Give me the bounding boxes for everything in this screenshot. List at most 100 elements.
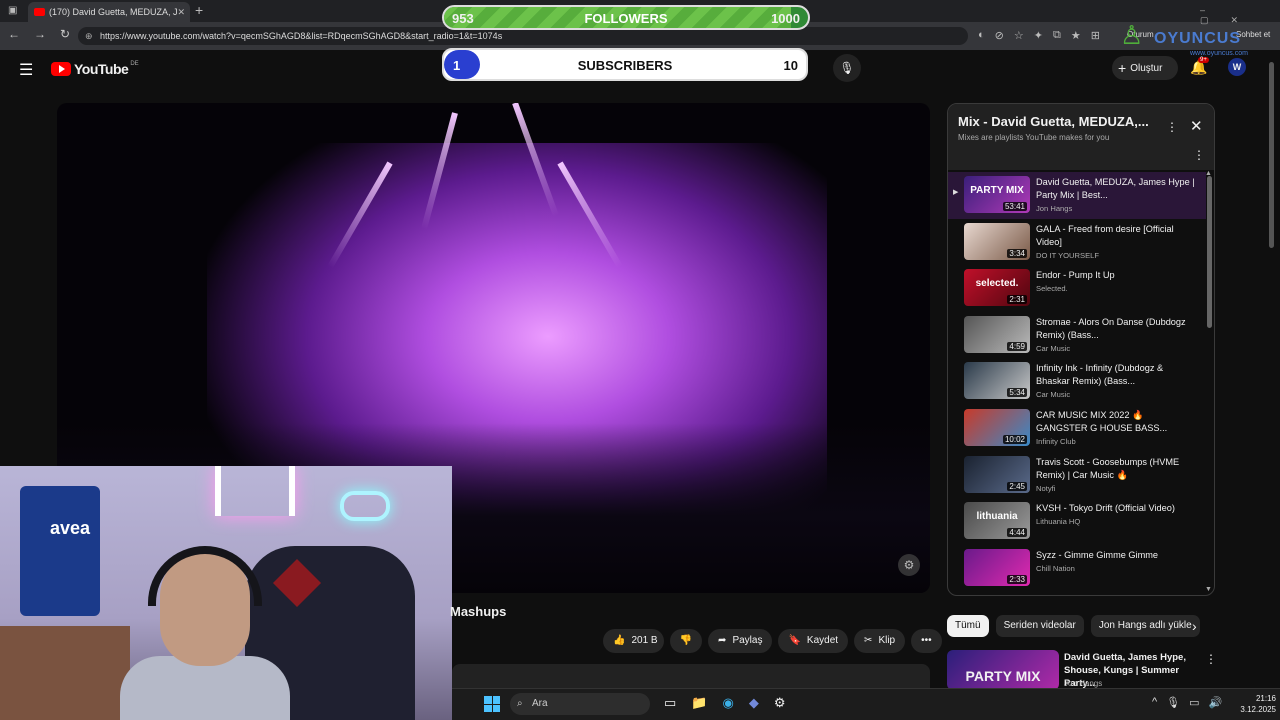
site-info-icon[interactable]: ⊕: [85, 27, 93, 45]
recommended-channel[interactable]: Jon Hangs: [1064, 679, 1102, 688]
playlist-thumbnail: 3:34: [964, 222, 1030, 260]
tab-actions-icon[interactable]: ▣: [8, 5, 17, 16]
playlist-scrollbar[interactable]: [1207, 176, 1212, 328]
edge-icon[interactable]: ◉: [722, 695, 733, 711]
playlist-options-icon[interactable]: ⋮: [1193, 148, 1205, 162]
close-playlist-icon[interactable]: ✕: [1190, 117, 1203, 135]
playlist-item[interactable]: 3:34 GALA - Freed from desire [Official V…: [948, 219, 1206, 266]
playlist-item[interactable]: 4:59 Stromae - Alors On Danse (Dubdogz Re…: [948, 312, 1206, 359]
person-logo-icon: ♙: [1120, 20, 1144, 50]
tray-chevron-icon[interactable]: ^: [1152, 696, 1157, 709]
playlist-item-title: David Guetta - Play Hard ft.: [1036, 595, 1196, 596]
windows-start-icon[interactable]: [484, 696, 500, 712]
more-icon: •••: [921, 635, 932, 646]
duration-badge: 2:45: [1007, 481, 1027, 491]
playlist-menu-icon[interactable]: ⋮: [1166, 120, 1178, 134]
create-button[interactable]: + Oluştur: [1112, 56, 1178, 80]
new-tab-icon[interactable]: +: [195, 2, 203, 18]
thumbnail-text: PARTY MIX: [965, 668, 1041, 684]
chip-uploader[interactable]: Jon Hangs adlı yükle: [1090, 615, 1200, 637]
playlist-item[interactable]: 2:33 Syzz - Gimme Gimme Gimme Chill Nation: [948, 545, 1206, 592]
playlist-thumbnail: selected. 2:31: [964, 269, 1030, 307]
duration-badge: 5:34: [1007, 388, 1027, 398]
playlist-item[interactable]: lithuania 4:44 KVSH - Tokyo Drift (Officia…: [948, 498, 1206, 545]
browser-tab[interactable]: (170) David Guetta, MEDUZA, James Hype ✕: [28, 2, 190, 22]
reload-icon[interactable]: ↻: [60, 27, 70, 41]
thumbnail-text: PARTY MIX: [970, 185, 1024, 196]
youtube-logo[interactable]: YouTube DE: [51, 61, 139, 77]
share-icon: ➦: [718, 635, 727, 646]
page-scrollbar[interactable]: [1269, 62, 1274, 248]
app-icon[interactable]: ⚙: [774, 695, 786, 711]
playlist-item[interactable]: 10:02 CAR MUSIC MIX 2022 🔥 GANGSTER G HOU…: [948, 405, 1206, 452]
star-icon[interactable]: ☆: [1014, 29, 1024, 42]
reader-icon[interactable]: ◐: [978, 29, 985, 42]
taskbar-search[interactable]: ⌕ Ara: [510, 693, 650, 715]
playlist-item[interactable]: selected. 2:31 Endor - Pump It Up Selected.: [948, 265, 1206, 312]
playlist-item-title: Endor - Pump It Up: [1036, 270, 1115, 281]
microphone-icon[interactable]: 🎙: [1166, 696, 1180, 709]
display-icon[interactable]: ▭: [1189, 696, 1199, 709]
menu-icon[interactable]: ☰: [19, 60, 33, 80]
jersey: [20, 486, 100, 616]
player-settings-icon[interactable]: ⚙: [898, 554, 920, 576]
headset-icon: [148, 546, 262, 606]
playlist-item[interactable]: 2:45 Travis Scott - Goosebumps (HVME Remi…: [948, 452, 1206, 499]
clock-time: 21:16: [1255, 694, 1276, 703]
gamepad-neon-icon: [340, 491, 390, 521]
clip-button[interactable]: ✂ Klip: [854, 629, 906, 653]
playlist-item-channel: Chill Nation: [1036, 563, 1075, 573]
tab-title: (170) David Guetta, MEDUZA, James Hype: [49, 7, 178, 17]
favorites-icon[interactable]: ★: [1071, 29, 1081, 42]
file-explorer-icon[interactable]: 📁: [691, 695, 707, 711]
forward-icon[interactable]: →: [34, 27, 46, 41]
chip-all[interactable]: Tümü: [947, 615, 989, 637]
country-code: DE: [130, 61, 139, 67]
playlist-item-channel: Infinity Club: [1036, 436, 1076, 446]
playlist-items: ▶ PARTY MIX 53:41 David Guetta, MEDUZA, Jam…: [948, 172, 1206, 596]
taskbar-clock[interactable]: 21:16 3.12.2025: [1226, 693, 1276, 715]
notifications-bell-icon[interactable]: 🔔 9+: [1190, 57, 1209, 76]
more-actions-button[interactable]: •••: [911, 629, 942, 653]
recommended-menu-icon[interactable]: ⋮: [1205, 652, 1217, 666]
taskbar-search-placeholder: Ara: [532, 698, 548, 709]
create-label: Oluştur: [1130, 63, 1163, 74]
extensions-icon[interactable]: ✦: [1034, 29, 1043, 42]
zoom-icon[interactable]: ⊘: [995, 29, 1004, 42]
chevron-right-icon[interactable]: ›: [1192, 618, 1197, 634]
like-button[interactable]: 👍 201 B: [603, 629, 664, 653]
followers-label: FOLLOWERS: [584, 11, 668, 26]
save-button[interactable]: 🔖 Kaydet: [778, 629, 849, 653]
account-avatar[interactable]: W: [1228, 58, 1246, 76]
share-button[interactable]: ➦ Paylaş: [708, 629, 773, 653]
playlist-item-channel: DO IT YOURSELF: [1036, 250, 1100, 260]
playlist-item[interactable]: ▶ PARTY MIX 53:41 David Guetta, MEDUZA, Jam…: [948, 172, 1206, 219]
filter-chips: Tümü Seriden videolar Jon Hangs adlı yük…: [947, 615, 1200, 637]
playlist-title[interactable]: Mix - David Guetta, MEDUZA,...: [958, 114, 1149, 129]
voice-search-icon[interactable]: 🎙: [833, 54, 861, 82]
close-tab-icon[interactable]: ✕: [177, 7, 185, 18]
playlist-item[interactable]: 5:34 Infinity Ink - Infinity (Dubdogz & B…: [948, 358, 1206, 405]
playlist-item[interactable]: David Guetta - Play Hard ft.: [948, 591, 1206, 596]
volume-icon[interactable]: 🔊: [1209, 696, 1223, 709]
split-icon[interactable]: ⧉: [1053, 29, 1061, 42]
task-view-icon[interactable]: ▭: [664, 695, 676, 711]
playlist-item-channel: Car Music: [1036, 343, 1071, 353]
scroll-down-icon[interactable]: ▼: [1205, 586, 1212, 593]
duration-badge: 10:02: [1002, 434, 1027, 444]
shelf: [0, 626, 130, 720]
back-icon[interactable]: ←: [8, 27, 20, 41]
duration-badge: 2:33: [1007, 574, 1027, 584]
now-playing-icon: ▶: [953, 189, 959, 196]
chip-series[interactable]: Seriden videolar: [995, 615, 1084, 637]
playlist-item-title: KVSH - Tokyo Drift (Official Video): [1036, 503, 1175, 514]
recommended-thumbnail[interactable]: PARTY MIX: [947, 650, 1059, 690]
thumbs-down-icon: 👎: [679, 635, 693, 646]
youtube-play-icon: [51, 62, 71, 76]
streamer-webcam: avea: [0, 466, 452, 720]
discord-icon[interactable]: ◆: [749, 695, 759, 711]
extensions-area: ◐ ⊘ ☆ ✦ ⧉ ★ ⊞: [978, 29, 1100, 42]
description-box[interactable]: [452, 664, 930, 688]
dislike-button[interactable]: 👎: [669, 629, 703, 653]
collections-icon[interactable]: ⊞: [1091, 29, 1100, 42]
